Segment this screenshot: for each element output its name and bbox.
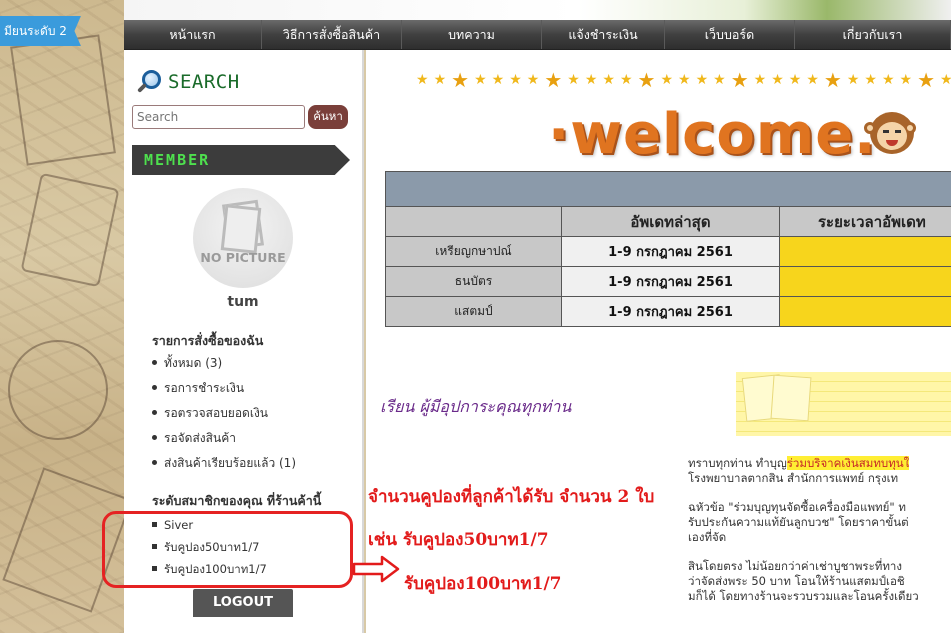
note-paper-decoration (736, 372, 951, 436)
article-line: มก็ได้ โดยทางร้านจะรวบรวมและโอนครั้งเดีย… (688, 589, 919, 603)
table-header-update-period: ระยะเวลาอัพเดท (779, 206, 951, 237)
logout-button[interactable]: LOGOUT (193, 589, 293, 617)
period-cell (779, 296, 951, 327)
no-picture-label: NO PICTURE (200, 250, 286, 265)
date-cell: 1-9 กรกฎาคม 2561 (561, 296, 780, 327)
table-header (385, 206, 562, 237)
star-icon: ★ (451, 68, 470, 92)
star-icon: ★ (491, 72, 505, 88)
nav-item[interactable]: เกี่ยวกับเรา (795, 20, 951, 49)
star-icon: ★ (474, 72, 487, 88)
star-icon: ★ (940, 72, 951, 88)
member-level-title: ระดับสมาชิกของคุณ ที่ร้านค้านี้ (152, 493, 322, 508)
postage-stamp-decoration (20, 172, 120, 288)
star-icon: ★ (806, 72, 819, 88)
order-filter-link[interactable]: ส่งสินค้าเรียบร้อยแล้ว (1) (152, 453, 296, 478)
star-icon: ★ (917, 68, 935, 92)
date-cell: 1-9 กรกฎาคม 2561 (561, 266, 780, 297)
search-input[interactable] (132, 105, 305, 129)
monkey-mascot-icon (864, 108, 920, 164)
member-title: MEMBER (144, 151, 211, 169)
order-filter-link[interactable]: รอตรวจสอบยอดเงิน (152, 403, 296, 428)
star-icon: ★ (881, 72, 895, 88)
table-row: ธนบัตร 1-9 กรกฎาคม 2561 (385, 266, 951, 297)
star-icon: ★ (899, 72, 913, 88)
table-title-row (385, 171, 951, 207)
annotation-text: จำนวนคูปองที่ลูกค้าได้รับ จำนวน 2 ใบ (368, 487, 655, 507)
star-icon: ★ (567, 72, 580, 88)
star-garland-decoration: ★★★★★★★★★★★★★★★★★★★★★★★★★★★★★★★★★★ (416, 68, 951, 92)
star-icon: ★ (730, 68, 749, 92)
star-icon: ★ (753, 72, 767, 88)
annotation-text: เช่น รับคูปอง50บาท1/7 (368, 530, 549, 550)
article-line: รับประกันความแท้ยันลูกบวช" โดยราคาขั้นต่ (688, 515, 909, 529)
nav-item[interactable]: หน้าแรก (124, 20, 262, 49)
star-icon: ★ (544, 68, 563, 92)
star-icon: ★ (788, 72, 802, 88)
welcome-banner: ·welcome. (548, 102, 877, 167)
star-icon: ★ (602, 72, 615, 88)
star-icon: ★ (416, 72, 429, 88)
update-schedule-table: อัพเดทล่าสุด ระยะเวลาอัพเดท เหรียญกษาปณ์… (385, 171, 951, 327)
article-line: เองที่จัด (688, 530, 727, 544)
category-cell[interactable]: ธนบัตร (385, 266, 562, 297)
member-level-ribbon[interactable]: มียนระดับ 2 (0, 16, 81, 46)
picture-frame-icon (220, 204, 262, 254)
username: tum (227, 294, 259, 310)
postage-stamp-decoration (10, 34, 116, 166)
annotation-arrow-icon (352, 555, 400, 583)
nav-item[interactable]: บทความ (402, 20, 542, 49)
star-icon: ★ (584, 72, 598, 88)
date-cell: 1-9 กรกฎาคม 2561 (561, 236, 780, 267)
avatar[interactable]: NO PICTURE (193, 188, 293, 288)
article-line: ว่าจัดส่งพระ 50 บาท โอนให้ร้านแสตมป์เอชิ (688, 574, 905, 588)
star-icon: ★ (713, 72, 726, 88)
period-cell (779, 236, 951, 267)
period-cell (779, 266, 951, 297)
article-line: ทราบทุกท่าน ทำบุญร่วมบริจาคเงินสมทบทุนใ (688, 456, 910, 470)
header-banner (124, 0, 951, 20)
order-filter-link[interactable]: รอการชำระเงิน (152, 378, 296, 403)
table-header-last-update: อัพเดทล่าสุด (561, 206, 780, 237)
star-icon: ★ (509, 72, 522, 88)
highlighted-text: ร่วมบริจาคเงินสมทบทุนใ (786, 456, 910, 470)
postmark-decoration (0, 328, 120, 452)
star-icon: ★ (864, 72, 877, 88)
search-button[interactable]: ค้นหา (308, 105, 348, 129)
search-heading: SEARCH (136, 68, 240, 96)
star-icon: ★ (846, 72, 860, 88)
star-icon: ★ (637, 68, 656, 92)
announcement-article: ทราบทุกท่าน ทำบุญร่วมบริจาคเงินสมทบทุนใ … (688, 456, 951, 604)
article-line: โรงพยาบาลตากสิน สำนักการแพทย์ กรุงเท (688, 471, 899, 485)
table-header-row: อัพเดทล่าสุด ระยะเวลาอัพเดท (385, 206, 951, 237)
search-title: SEARCH (168, 71, 240, 93)
greeting-text: เรียน ผู้มีอุปการะคุณทุกท่าน (380, 397, 572, 416)
annotation-highlight-box (102, 511, 353, 588)
table-row: แสตมป์ 1-9 กรกฎาคม 2561 (385, 296, 951, 327)
orders-list: ทั้งหมด (3) รอการชำระเงิน รอตรวจสอบยอดเงิน… (152, 353, 296, 478)
magnifier-icon (136, 68, 164, 96)
category-cell[interactable]: แสตมป์ (385, 296, 562, 327)
category-cell[interactable]: เหรียญกษาปณ์ (385, 236, 562, 267)
nav-item[interactable]: เว็บบอร์ด (665, 20, 795, 49)
order-filter-link[interactable]: รอจัดส่งสินค้า (152, 428, 296, 453)
nav-item[interactable]: วิธีการสั่งซื้อสินค้า (262, 20, 402, 49)
order-filter-link[interactable]: ทั้งหมด (3) (152, 353, 296, 378)
star-icon: ★ (660, 72, 673, 88)
star-icon: ★ (771, 72, 784, 88)
table-row: เหรียญกษาปณ์ 1-9 กรกฎาคม 2561 (385, 236, 951, 267)
star-icon: ★ (619, 72, 633, 88)
article-line: สินโดยตรง ไม่น้อยกว่าค่าเช่าบูชาพระที่ทา… (688, 559, 903, 573)
main-navigation: หน้าแรก วิธีการสั่งซื้อสินค้า บทความ แจ้งชำ… (124, 20, 951, 50)
article-line: ฉหัวข้อ "ร่วมบุญทุนจัดซื้อเครื่องมือแพทย… (688, 500, 906, 514)
star-icon: ★ (823, 68, 842, 92)
member-header: MEMBER (132, 145, 350, 175)
orders-title: รายการสั่งซื้อของฉัน (152, 333, 264, 348)
star-icon: ★ (433, 72, 447, 88)
star-icon: ★ (678, 72, 691, 88)
nav-item[interactable]: แจ้งชำระเงิน (542, 20, 665, 49)
annotation-text: รับคูปอง100บาท1/7 (404, 574, 562, 594)
star-icon: ★ (695, 72, 709, 88)
star-icon: ★ (526, 72, 540, 88)
